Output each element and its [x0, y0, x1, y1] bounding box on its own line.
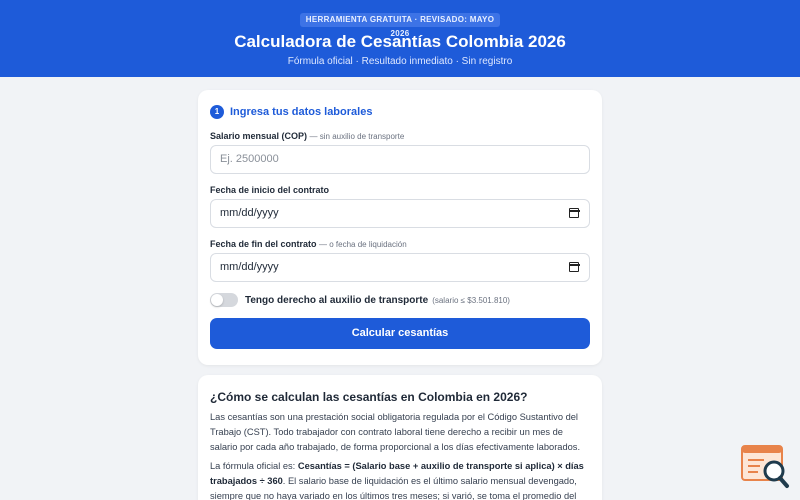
start-date-label-text: Fecha de inicio del contrato — [210, 185, 330, 195]
page-title: Calculadora de Cesantías Colombia 2026 — [234, 32, 566, 51]
calendar-icon[interactable] — [568, 262, 580, 272]
info-title: ¿Cómo se calculan las cesantías en Colom… — [210, 390, 528, 404]
end-date-label: Fecha de fin del contrato — o fecha de l… — [210, 239, 407, 249]
end-date-value: mm/dd/yyyy — [220, 261, 279, 273]
end-date-label-text: Fecha de fin del contrato — [210, 239, 317, 249]
transport-toggle[interactable] — [210, 293, 238, 307]
salary-input[interactable]: Ej. 2500000 — [210, 145, 590, 174]
formula-intro: La fórmula oficial es: — [210, 461, 298, 471]
calculate-button[interactable]: Calcular cesantías — [210, 318, 590, 349]
start-date-value: mm/dd/yyyy — [220, 207, 279, 219]
end-date-label-hint: — o fecha de liquidación — [319, 240, 407, 249]
salary-input-placeholder: Ej. 2500000 — [220, 153, 279, 165]
step-title: Ingresa tus datos laborales — [230, 106, 373, 118]
salary-label-hint: — sin auxilio de transporte — [309, 132, 405, 141]
salary-label: Salario mensual (COP) — sin auxilio de t… — [210, 131, 404, 141]
step-number-badge: 1 — [210, 105, 224, 119]
step-heading: 1 Ingresa tus datos laborales — [210, 105, 372, 119]
search-document-icon[interactable] — [740, 443, 790, 491]
start-date-label: Fecha de inicio del contrato — [210, 185, 329, 195]
tool-badge: HERRAMIENTA GRATUITA · REVISADO: MAYO 20… — [300, 13, 500, 38]
transport-toggle-hint: (salario ≤ $3.501.810) — [432, 295, 510, 305]
calendar-icon[interactable] — [568, 208, 580, 218]
page-header: HERRAMIENTA GRATUITA · REVISADO: MAYO 20… — [0, 0, 800, 77]
toggle-knob — [211, 294, 223, 306]
transport-toggle-row: Tengo derecho al auxilio de transporte (… — [210, 293, 510, 307]
end-date-input[interactable]: mm/dd/yyyy — [210, 253, 590, 282]
page-subtitle: Fórmula oficial · Resultado inmediato · … — [287, 56, 513, 67]
start-date-input[interactable]: mm/dd/yyyy — [210, 199, 590, 228]
info-card: ¿Cómo se calculan las cesantías en Colom… — [198, 375, 602, 500]
salary-label-text: Salario mensual (COP) — [210, 131, 308, 141]
calculator-form-card: 1 Ingresa tus datos laborales Salario me… — [198, 90, 602, 365]
info-paragraph-1: Las cesantías son una prestación social … — [210, 412, 581, 452]
transport-toggle-label[interactable]: Tengo derecho al auxilio de transporte — [245, 295, 428, 306]
info-paragraph-2: La fórmula oficial es: Cesantías = (Sala… — [210, 459, 590, 500]
